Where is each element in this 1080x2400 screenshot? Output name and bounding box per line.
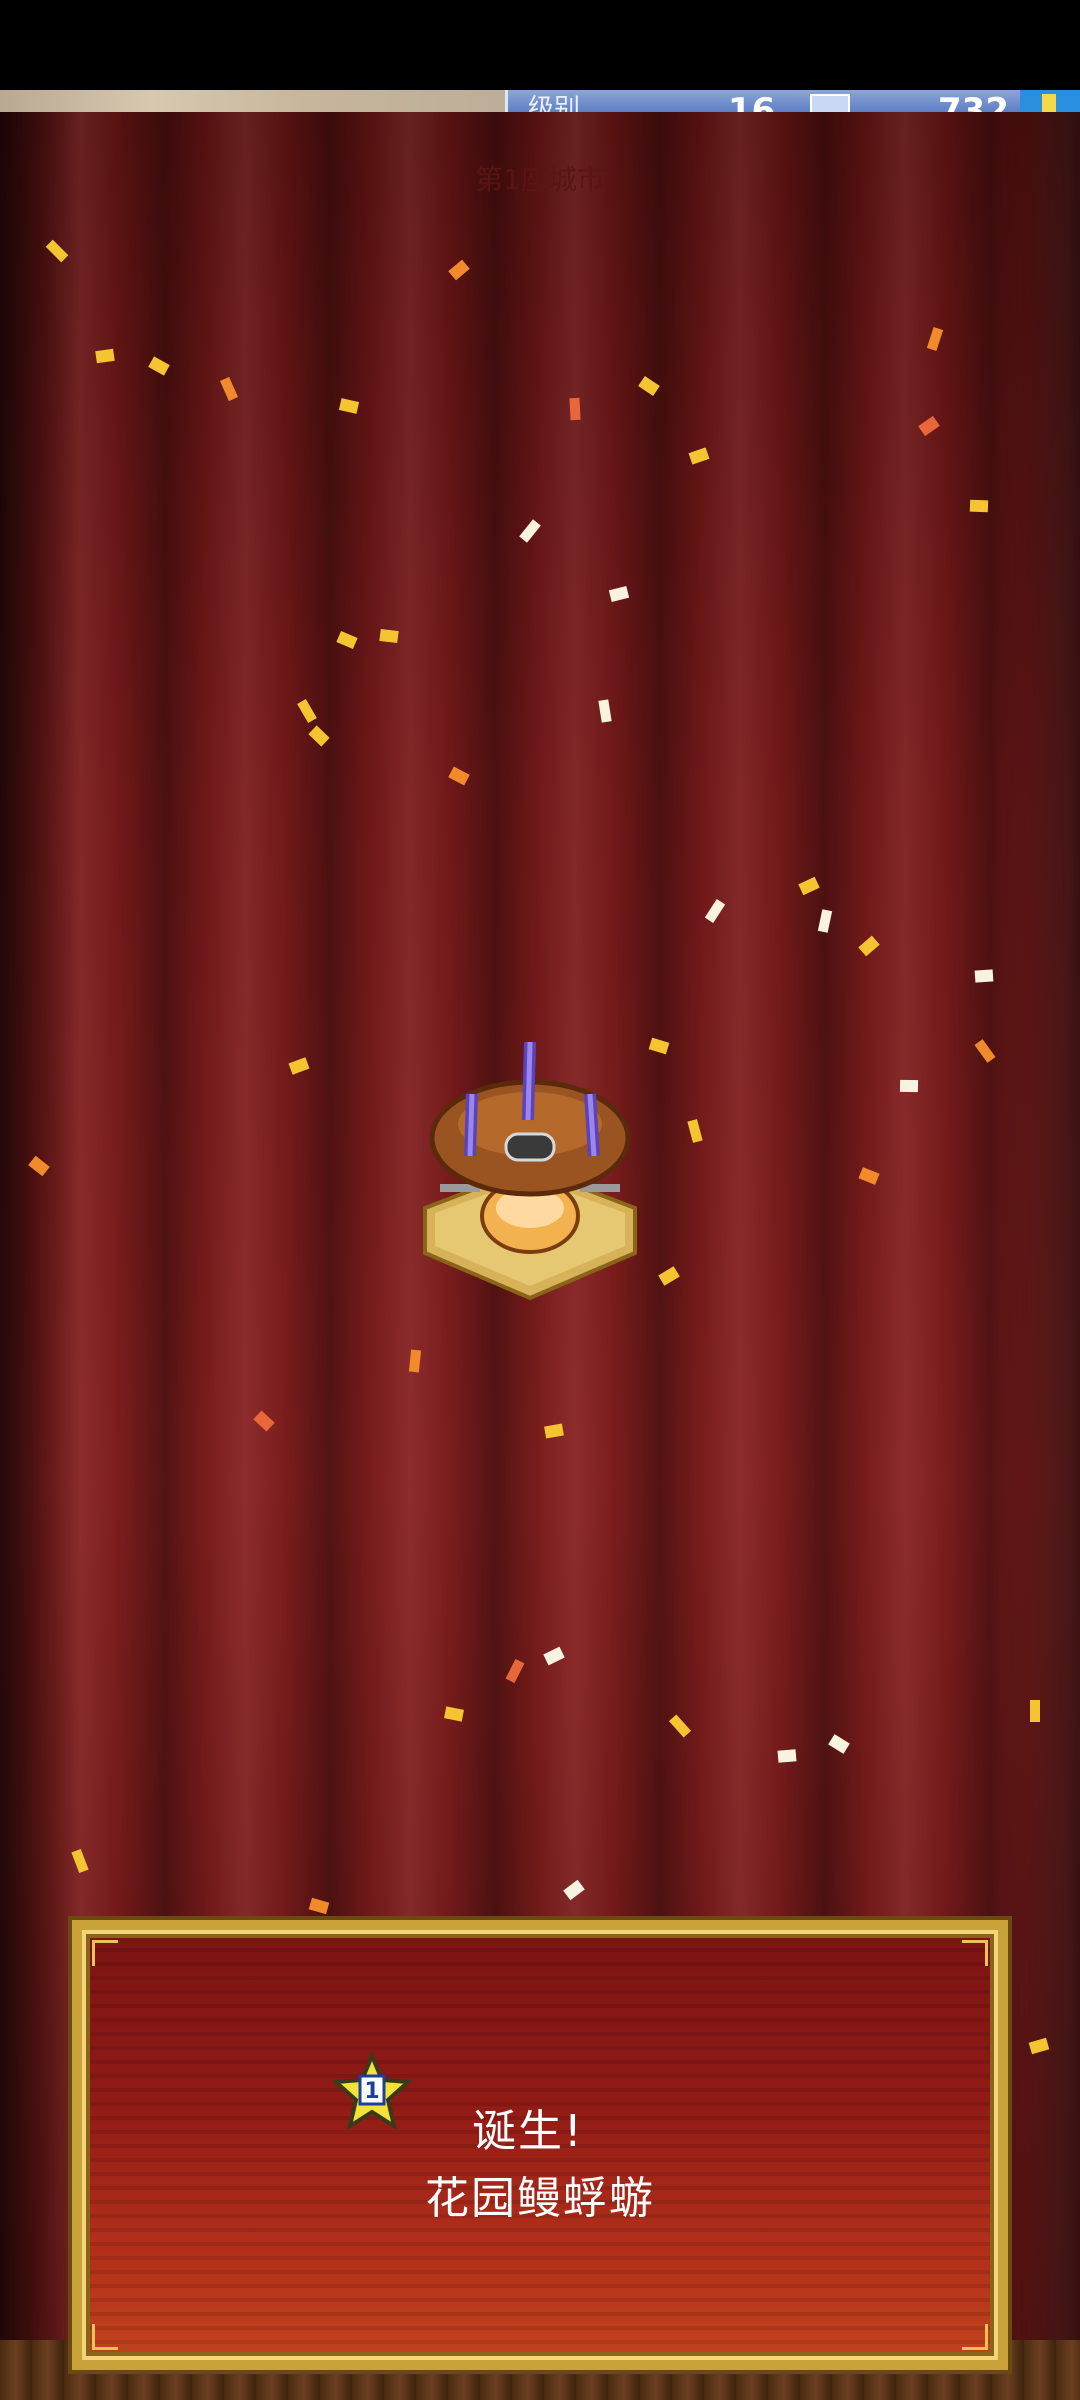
hud-strip: 级别 16 732 [0, 90, 1080, 112]
hud-level-label: 级别 [528, 94, 581, 112]
confetti-piece [95, 348, 115, 364]
confetti-piece [899, 1079, 919, 1093]
hud-level-panel[interactable]: 级别 16 732 [505, 90, 1023, 112]
monster-name: 花园鳗蜉蝣 [425, 2173, 655, 2224]
monster-eye [504, 1132, 556, 1162]
confetti-piece [969, 499, 989, 513]
curtain-shade-right [1000, 112, 1080, 2400]
confetti-piece [569, 397, 581, 421]
confetti-piece [1030, 1700, 1040, 1722]
hud-coin-value: 732 [938, 91, 1009, 112]
hud-menu-button[interactable] [1020, 90, 1080, 112]
gem-icon [810, 94, 850, 112]
monster-antenna-highlight [467, 1093, 475, 1157]
star-badge-icon: 1 [332, 2052, 412, 2131]
hud-background [0, 90, 505, 112]
hud-level-value: 16 [728, 91, 776, 112]
city-title: 第1座城市 [475, 163, 605, 196]
panel-corner-ornament [92, 1940, 118, 1966]
confetti-piece [974, 969, 994, 983]
birth-label: 诞生! [472, 2106, 584, 2157]
panel-corner-ornament [962, 2324, 988, 2350]
monster-antenna-highlight [525, 1041, 533, 1121]
menu-icon [1042, 94, 1056, 112]
curtain-shade-left [0, 112, 80, 2400]
confetti-piece [777, 1749, 797, 1763]
panel-corner-ornament [92, 2324, 118, 2350]
status-bar [0, 0, 1080, 90]
star-badge-number: 1 [364, 2079, 379, 2104]
monster-sprite[interactable] [420, 1038, 640, 1308]
panel-corner-ornament [962, 1940, 988, 1966]
confetti-piece [379, 628, 399, 644]
game-screen: 级别 16 732 第1座城市 1 诞生! 花园鳗蜉蝣 [0, 0, 1080, 2400]
birth-announcement-panel[interactable]: 1 诞生! 花园鳗蜉蝣 [68, 1916, 1012, 2374]
